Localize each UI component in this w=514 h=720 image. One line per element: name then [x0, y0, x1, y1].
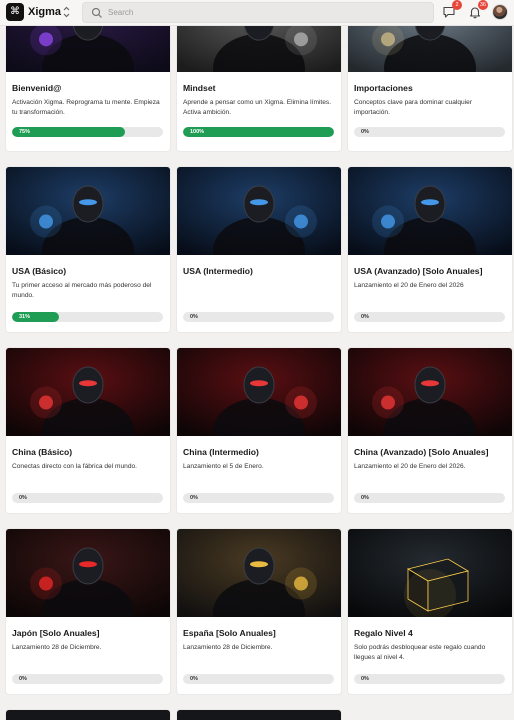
- progress-label: 0%: [19, 495, 27, 501]
- course-description: Lanzamiento el 5 de Enero.: [183, 463, 264, 470]
- course-card[interactable]: Japón [Solo Anuales] Lanzamiento 28 de Di…: [6, 529, 170, 694]
- notifications-badge: 36: [477, 0, 488, 10]
- course-title[interactable]: Bienvenid@: [12, 83, 61, 93]
- course-thumbnail[interactable]: [348, 529, 512, 617]
- course-card[interactable]: España [Solo Anuales] Lanzamiento 28 de D…: [177, 529, 341, 694]
- search-icon: [91, 7, 102, 18]
- course-description: Aprende a pensar como un Xigma. Elimina …: [183, 99, 332, 116]
- progress-bar: 0%: [183, 312, 334, 322]
- progress-bar: 0%: [12, 493, 163, 503]
- course-thumbnail[interactable]: [177, 167, 341, 255]
- course-description: Conceptos clave para dominar cualquier i…: [354, 99, 473, 116]
- course-card[interactable]: USA (Básico) Tu primer acceso al mercado …: [6, 167, 170, 332]
- progress-label: 0%: [361, 495, 369, 501]
- course-title[interactable]: España [Solo Anuales]: [183, 628, 276, 638]
- chevron-up-down-icon[interactable]: [62, 5, 71, 19]
- progress-bar: 31%: [12, 312, 163, 322]
- course-title[interactable]: Mindset: [183, 83, 215, 93]
- course-thumbnail[interactable]: [177, 348, 341, 436]
- progress-label: 0%: [361, 314, 369, 320]
- course-title[interactable]: USA (Avanzado) [Solo Anuales]: [354, 266, 482, 276]
- course-card[interactable]: USA (Intermedio) 0%: [177, 167, 341, 332]
- course-thumbnail[interactable]: [348, 167, 512, 255]
- progress-label: 0%: [190, 676, 198, 682]
- messages-button[interactable]: 2: [442, 0, 462, 19]
- search-input[interactable]: [108, 5, 408, 20]
- course-thumbnail[interactable]: [348, 348, 512, 436]
- progress-label: 100%: [190, 129, 205, 135]
- progress-bar: 0%: [354, 127, 505, 137]
- search-bar[interactable]: [82, 2, 434, 23]
- course-description: Lanzamiento el 20 de Enero del 2026.: [354, 463, 466, 470]
- course-card[interactable]: China (Básico) Conectas directo con la fá…: [6, 348, 170, 513]
- course-title[interactable]: China (Intermedio): [183, 447, 259, 457]
- course-title[interactable]: Japón [Solo Anuales]: [12, 628, 100, 638]
- course-description: Lanzamiento 28 de Diciembre.: [183, 644, 273, 651]
- course-card[interactable]: [177, 710, 341, 720]
- top-bar: ⌘ Xigma 2 36: [0, 0, 514, 26]
- progress-bar: 100%: [183, 127, 334, 137]
- course-thumbnail[interactable]: [6, 167, 170, 255]
- notifications-button[interactable]: 36: [468, 0, 488, 19]
- course-card[interactable]: China (Intermedio) Lanzamiento el 5 de En…: [177, 348, 341, 513]
- progress-label: 0%: [19, 676, 27, 682]
- progress-bar: 0%: [354, 493, 505, 503]
- messages-badge: 2: [452, 0, 462, 10]
- course-title[interactable]: Importaciones: [354, 83, 413, 93]
- course-thumbnail[interactable]: [6, 529, 170, 617]
- course-description: Lanzamiento el 20 de Enero del 2026: [354, 282, 464, 289]
- course-card[interactable]: Regalo Nivel 4 Solo podrás desbloquear es…: [348, 529, 512, 694]
- course-thumbnail[interactable]: [6, 348, 170, 436]
- progress-bar: 0%: [12, 674, 163, 684]
- progress-bar: 0%: [354, 312, 505, 322]
- course-title[interactable]: China (Básico): [12, 447, 72, 457]
- course-thumbnail[interactable]: [177, 529, 341, 617]
- progress-bar: 0%: [354, 674, 505, 684]
- course-title[interactable]: USA (Intermedio): [183, 266, 253, 276]
- avatar[interactable]: [492, 4, 508, 20]
- course-title[interactable]: USA (Básico): [12, 266, 66, 276]
- app-title[interactable]: Xigma: [28, 6, 61, 18]
- course-description: Conectas directo con la fábrica del mund…: [12, 463, 137, 470]
- course-description: Activación Xigma. Reprograma tu mente. E…: [12, 99, 160, 116]
- course-card[interactable]: [6, 710, 170, 720]
- progress-bar: 75%: [12, 127, 163, 137]
- progress-bar: 0%: [183, 493, 334, 503]
- course-card[interactable]: USA (Avanzado) [Solo Anuales] Lanzamiento…: [348, 167, 512, 332]
- course-title[interactable]: China (Avanzado) [Solo Anuales]: [354, 447, 488, 457]
- progress-label: 0%: [190, 314, 198, 320]
- course-card[interactable]: China (Avanzado) [Solo Anuales] Lanzamien…: [348, 348, 512, 513]
- course-description: Tu primer acceso al mercado más poderoso…: [12, 282, 152, 299]
- progress-label: 0%: [361, 129, 369, 135]
- progress-label: 75%: [19, 129, 31, 135]
- progress-label: 0%: [361, 676, 369, 682]
- course-description: Lanzamiento 28 de Diciembre.: [12, 644, 102, 651]
- progress-fill: [183, 127, 334, 137]
- course-title[interactable]: Regalo Nivel 4: [354, 628, 413, 638]
- progress-label: 31%: [19, 314, 31, 320]
- course-description: Solo podrás desbloquear este regalo cuan…: [354, 644, 486, 661]
- app-logo[interactable]: ⌘: [6, 3, 24, 21]
- progress-bar: 0%: [183, 674, 334, 684]
- progress-label: 0%: [190, 495, 198, 501]
